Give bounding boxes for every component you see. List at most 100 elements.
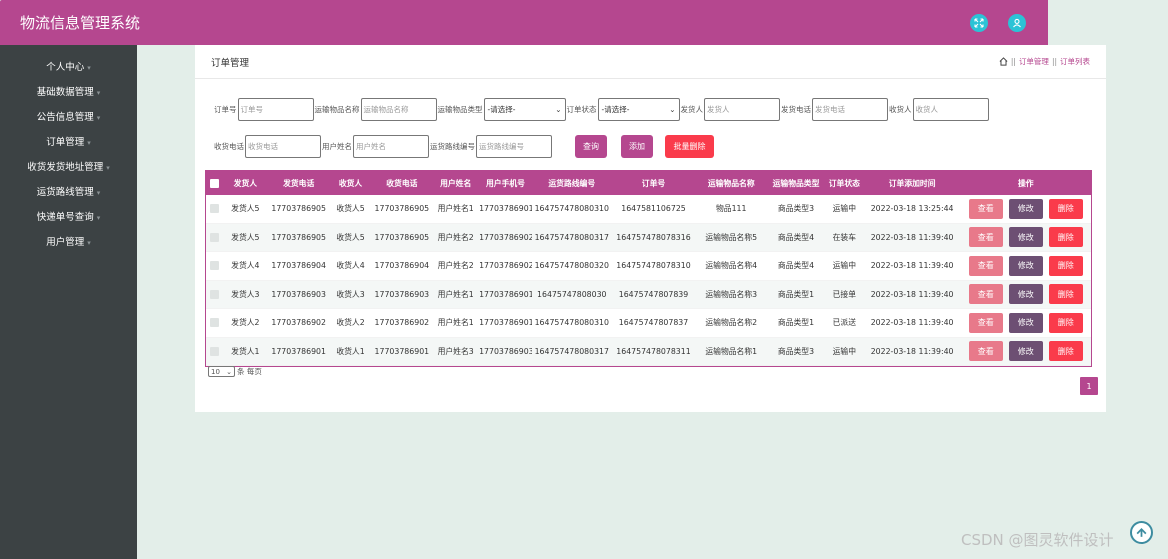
sidebar-item-label: 基础数据管理 xyxy=(36,87,94,98)
sidebar-item[interactable]: 快递单号查询 ▾ xyxy=(0,205,137,230)
goods-type-label: 运输物品类型 xyxy=(437,104,483,114)
page-size-select[interactable]: 10 ⌄ xyxy=(208,366,235,377)
table-cell: 运输中 xyxy=(832,346,857,356)
page-title: 订单管理 xyxy=(211,57,250,69)
view-button[interactable]: 查看 xyxy=(968,341,1003,362)
table-cell: 164757478080320 xyxy=(534,261,609,271)
search-button[interactable]: 查询 xyxy=(575,134,607,158)
row-checkbox[interactable] xyxy=(209,346,219,356)
row-checkbox[interactable] xyxy=(209,204,219,214)
order-no-input[interactable]: 订单号 xyxy=(237,97,314,121)
delete-button[interactable]: 删除 xyxy=(1048,284,1083,305)
row-checkbox[interactable] xyxy=(209,318,219,328)
orders-table: 发货人 发货电话 收货人 收货电话 用户姓名 用户手机号 运货路线编号 订单号 运输物品名称 运输… xyxy=(205,170,1092,367)
chevron-down-icon: ⌄ xyxy=(669,104,676,114)
sidebar-item[interactable]: 收货发货地址管理 ▾ xyxy=(0,155,137,180)
goods-type-select[interactable]: -请选择- ⌄ xyxy=(483,97,566,121)
view-button[interactable]: 查看 xyxy=(968,198,1003,219)
table-cell: 17703786903 xyxy=(479,346,532,356)
row-checkbox[interactable] xyxy=(209,261,219,271)
home-icon[interactable] xyxy=(999,57,1008,66)
table-cell: 2022-03-18 11:39:40 xyxy=(870,289,954,299)
sidebar-item[interactable]: 运货路线管理 ▾ xyxy=(0,180,137,205)
edit-button[interactable]: 修改 xyxy=(1008,227,1043,248)
delete-button[interactable]: 删除 xyxy=(1048,227,1083,248)
sender-phone-input[interactable]: 发货电话 xyxy=(812,97,888,121)
table-cell: 17703786905 xyxy=(271,204,326,214)
table-cell: 17703786904 xyxy=(271,261,326,271)
goods-name-input[interactable]: 运输物品名称 xyxy=(360,97,437,121)
row-checkbox[interactable] xyxy=(209,289,219,299)
column-header: 收货人 xyxy=(338,178,363,188)
table-cell: 发货人2 xyxy=(231,318,260,328)
sidebar-item[interactable]: 基础数据管理 ▾ xyxy=(0,80,137,105)
table-cell: 164757478080317 xyxy=(534,232,609,242)
table-row: 发货人4 17703786904 收货人4 17703786904 用户姓名2 17703… xyxy=(206,252,1091,281)
table-header: 发货人 发货电话 收货人 收货电话 用户姓名 用户手机号 运货路线编号 订单号 运输物品名称 运输… xyxy=(206,171,1091,195)
table-cell: 运输中 xyxy=(832,204,857,214)
delete-button[interactable]: 删除 xyxy=(1048,255,1083,276)
order-status-select[interactable]: -请选择- ⌄ xyxy=(597,97,680,121)
sidebar-item[interactable]: 公告信息管理 ▾ xyxy=(0,105,137,130)
sidebar-item[interactable]: 订单管理 ▾ xyxy=(0,130,137,155)
page-button-current[interactable]: 1 xyxy=(1080,377,1098,395)
breadcrumb-separator: || xyxy=(1051,57,1057,66)
table-cell: 商品类型3 xyxy=(777,204,815,214)
batch-delete-button[interactable]: 批量删除 xyxy=(665,134,714,158)
table-cell: 164757478078311 xyxy=(616,346,691,356)
sidebar-item[interactable]: 个人中心 ▾ xyxy=(0,55,137,80)
edit-button[interactable]: 修改 xyxy=(1008,341,1043,362)
edit-button[interactable]: 修改 xyxy=(1008,198,1043,219)
column-header: 发货电话 xyxy=(283,178,315,188)
table-cell: 17703786902 xyxy=(271,318,326,328)
main-panel: 订单管理 || 订单管理 || 订单列表 订单号 订单号 运输物品名称 运输物品… xyxy=(195,45,1106,412)
sidebar-item[interactable]: 用户管理 ▾ xyxy=(0,230,137,255)
table-cell: 16475747807839 xyxy=(618,289,689,299)
column-header: 操作 xyxy=(1017,178,1034,188)
column-header: 收货电话 xyxy=(386,178,418,188)
receiver-phone-input[interactable]: 收货电话 xyxy=(245,134,321,158)
edit-button[interactable]: 修改 xyxy=(1008,255,1043,276)
select-all-checkbox[interactable] xyxy=(209,178,219,188)
edit-button[interactable]: 修改 xyxy=(1008,312,1043,333)
table-cell: 商品类型4 xyxy=(777,261,815,271)
column-header: 订单状态 xyxy=(828,178,860,188)
delete-button[interactable]: 删除 xyxy=(1048,341,1083,362)
watermark: CSDN @图灵软件设计 xyxy=(961,531,1114,549)
view-button[interactable]: 查看 xyxy=(968,312,1003,333)
goods-type-value: -请选择- xyxy=(487,104,516,114)
table-cell: 17703786903 xyxy=(374,289,430,299)
edit-button[interactable]: 修改 xyxy=(1008,284,1043,305)
route-no-label: 运货路线编号 xyxy=(430,141,475,151)
route-no-input[interactable]: 运货路线编号 xyxy=(476,134,552,158)
table-cell: 17703786901 xyxy=(374,346,430,356)
user-icon[interactable] xyxy=(1008,14,1026,32)
row-select-cell xyxy=(206,289,223,299)
table-row: 发货人1 17703786901 收货人1 17703786901 用户姓名3 17703… xyxy=(206,337,1091,366)
column-header: 订单添加时间 xyxy=(888,178,936,188)
receiver-input[interactable]: 收货人 xyxy=(912,97,989,121)
sidebar-menu: 个人中心 ▾ 基础数据管理 ▾ 公告信息管理 ▾ 订单管理 ▾ 收货发货地址管理 ▾ 运货路线管理 ▾… xyxy=(0,45,137,255)
breadcrumb-level1[interactable]: 订单管理 xyxy=(1019,56,1049,67)
per-page-label: 条 每页 xyxy=(237,367,262,376)
table-cell: 17703786901 xyxy=(479,204,532,214)
chevron-down-icon: ▾ xyxy=(96,189,101,197)
fullscreen-icon[interactable] xyxy=(970,14,988,32)
order-status-value: -请选择- xyxy=(601,104,630,114)
table-row: 发货人2 17703786902 收货人2 17703786902 用户姓名1 17703… xyxy=(206,309,1091,338)
table-cell: 164757478080310 xyxy=(534,204,609,214)
table-cell: 17703786902 xyxy=(479,232,532,242)
row-checkbox[interactable] xyxy=(209,232,219,242)
user-name-input[interactable]: 用户姓名 xyxy=(353,134,429,158)
add-button[interactable]: 添加 xyxy=(621,134,653,158)
table-cell: 17703786902 xyxy=(374,318,430,328)
delete-button[interactable]: 删除 xyxy=(1048,312,1083,333)
user-name-label: 用户姓名 xyxy=(322,141,352,151)
delete-button[interactable]: 删除 xyxy=(1048,198,1083,219)
back-to-top-icon[interactable] xyxy=(1130,521,1153,544)
view-button[interactable]: 查看 xyxy=(968,284,1003,305)
sender-input[interactable]: 发货人 xyxy=(704,97,780,121)
view-button[interactable]: 查看 xyxy=(968,255,1003,276)
view-button[interactable]: 查看 xyxy=(968,227,1003,248)
table-cell: 17703786905 xyxy=(374,232,430,242)
